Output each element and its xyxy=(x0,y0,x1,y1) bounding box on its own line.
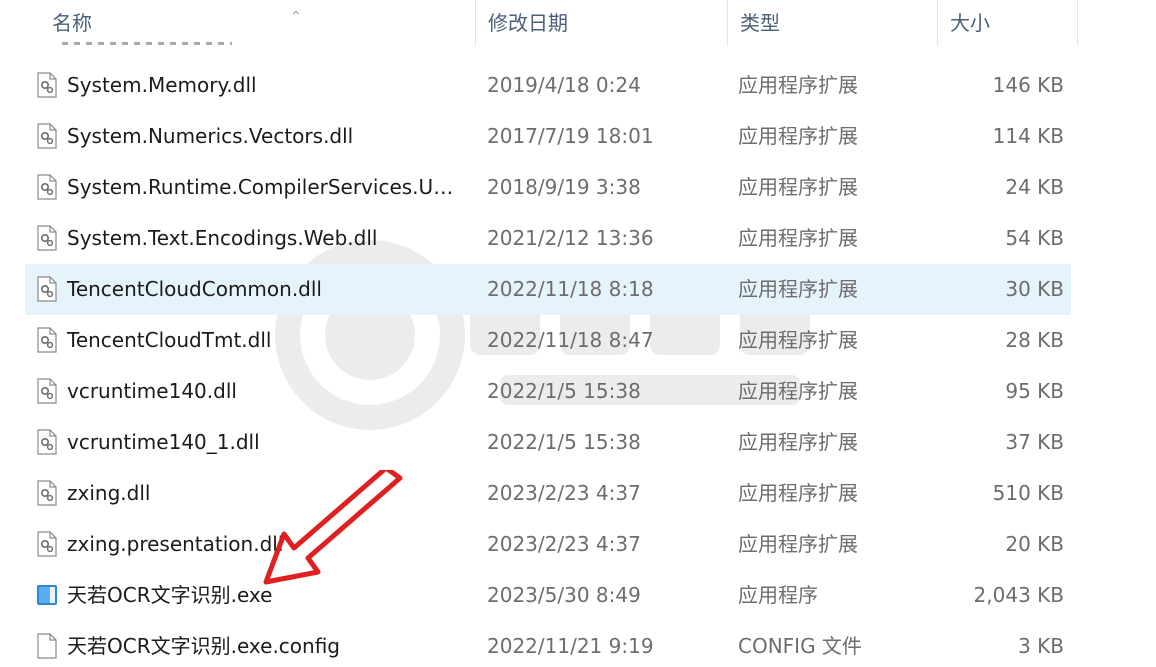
file-size: 95 KB xyxy=(1005,379,1064,403)
file-type: 应用程序扩展 xyxy=(738,481,858,505)
file-modified-date: 2023/5/30 8:49 xyxy=(487,583,641,607)
file-name: System.Text.Encodings.Web.dll xyxy=(67,226,378,250)
file-modified-date: 2021/2/12 13:36 xyxy=(487,226,654,250)
file-row[interactable]: System.Runtime.CompilerServices.Un... 201… xyxy=(0,162,1156,213)
file-modified-date: 2022/1/5 15:38 xyxy=(487,430,641,454)
file-type: 应用程序扩展 xyxy=(738,226,858,250)
dll-icon xyxy=(36,429,58,455)
file-size: 54 KB xyxy=(1005,226,1064,250)
dll-icon xyxy=(36,531,58,557)
dll-icon xyxy=(36,327,58,353)
file-type: 应用程序扩展 xyxy=(738,328,858,352)
column-header-row: 名称 ⌃ 修改日期 类型 大小 xyxy=(0,0,1156,46)
column-header-type-label: 类型 xyxy=(740,11,780,35)
file-size: 2,043 KB xyxy=(973,583,1064,607)
file-list: System.Memory.dll 2019/4/18 0:24 应用程序扩展 146… xyxy=(0,60,1156,667)
file-name: System.Runtime.CompilerServices.Un... xyxy=(67,175,463,199)
dll-icon xyxy=(36,378,58,404)
file-type: 应用程序扩展 xyxy=(738,73,858,97)
file-modified-date: 2019/4/18 0:24 xyxy=(487,73,641,97)
column-header-name-label: 名称 xyxy=(52,11,92,35)
file-type: 应用程序 xyxy=(738,583,818,607)
file-size: 30 KB xyxy=(1005,277,1064,301)
file-type: 应用程序扩展 xyxy=(738,175,858,199)
file-row[interactable]: vcruntime140_1.dll 2022/1/5 15:38 应用程序扩展 37… xyxy=(0,417,1156,468)
file-type: 应用程序扩展 xyxy=(738,379,858,403)
file-name: System.Numerics.Vectors.dll xyxy=(67,124,354,148)
file-name: System.Memory.dll xyxy=(67,73,257,97)
clipped-previous-row xyxy=(62,38,232,46)
config-file-icon xyxy=(36,633,58,659)
file-type: 应用程序扩展 xyxy=(738,124,858,148)
file-row[interactable]: 天若OCR文字识别.exe 2023/5/30 8:49 应用程序 2,043 KB xyxy=(0,570,1156,621)
file-row[interactable]: vcruntime140.dll 2022/1/5 15:38 应用程序扩展 95 K… xyxy=(0,366,1156,417)
sort-ascending-icon: ⌃ xyxy=(290,9,302,25)
file-type: 应用程序扩展 xyxy=(738,532,858,556)
file-modified-date: 2022/1/5 15:38 xyxy=(487,379,641,403)
file-name: vcruntime140.dll xyxy=(67,379,237,403)
file-modified-date: 2022/11/21 9:19 xyxy=(487,634,654,658)
dll-icon xyxy=(36,123,58,149)
file-modified-date: 2018/9/19 3:38 xyxy=(487,175,641,199)
file-name: 天若OCR文字识别.exe xyxy=(67,583,273,607)
file-size: 146 KB xyxy=(992,73,1064,97)
file-size: 37 KB xyxy=(1005,430,1064,454)
file-name: 天若OCR文字识别.exe.config xyxy=(67,634,340,658)
file-name: TencentCloudCommon.dll xyxy=(67,277,322,301)
file-name: zxing.presentation.dll xyxy=(67,532,284,556)
file-type: 应用程序扩展 xyxy=(738,277,858,301)
file-size: 114 KB xyxy=(992,124,1064,148)
dll-icon xyxy=(36,225,58,251)
dll-icon xyxy=(36,276,58,302)
file-row[interactable]: TencentCloudCommon.dll 2022/11/18 8:18 应用程… xyxy=(0,264,1156,315)
file-modified-date: 2022/11/18 8:18 xyxy=(487,277,654,301)
column-header-date[interactable]: 修改日期 xyxy=(476,0,728,46)
exe-icon xyxy=(36,582,58,608)
file-row[interactable]: System.Numerics.Vectors.dll 2017/7/19 18:… xyxy=(0,111,1156,162)
file-row[interactable]: System.Memory.dll 2019/4/18 0:24 应用程序扩展 146… xyxy=(0,60,1156,111)
file-type: CONFIG 文件 xyxy=(738,634,862,658)
file-modified-date: 2023/2/23 4:37 xyxy=(487,481,641,505)
file-explorer-window: 名称 ⌃ 修改日期 类型 大小 System.Memory.dll 2019/4/… xyxy=(0,0,1156,667)
column-divider[interactable] xyxy=(1077,0,1078,46)
file-name: TencentCloudTmt.dll xyxy=(67,328,272,352)
column-header-type[interactable]: 类型 xyxy=(728,0,938,46)
column-header-size[interactable]: 大小 xyxy=(938,0,1078,46)
file-name: zxing.dll xyxy=(67,481,151,505)
file-row[interactable]: zxing.presentation.dll 2023/2/23 4:37 应用程序… xyxy=(0,519,1156,570)
file-row[interactable]: zxing.dll 2023/2/23 4:37 应用程序扩展 510 KB xyxy=(0,468,1156,519)
file-modified-date: 2017/7/19 18:01 xyxy=(487,124,654,148)
file-name: vcruntime140_1.dll xyxy=(67,430,260,454)
file-size: 24 KB xyxy=(1005,175,1064,199)
file-row[interactable]: System.Text.Encodings.Web.dll 2021/2/12 1… xyxy=(0,213,1156,264)
dll-icon xyxy=(36,480,58,506)
column-header-date-label: 修改日期 xyxy=(488,11,568,35)
file-modified-date: 2022/11/18 8:47 xyxy=(487,328,654,352)
file-row[interactable]: TencentCloudTmt.dll 2022/11/18 8:47 应用程序扩展… xyxy=(0,315,1156,366)
file-size: 3 KB xyxy=(1018,634,1064,658)
file-modified-date: 2023/2/23 4:37 xyxy=(487,532,641,556)
file-type: 应用程序扩展 xyxy=(738,430,858,454)
dll-icon xyxy=(36,72,58,98)
file-row[interactable]: 天若OCR文字识别.exe.config 2022/11/21 9:19 CONFI… xyxy=(0,621,1156,667)
dll-icon xyxy=(36,174,58,200)
column-header-size-label: 大小 xyxy=(950,11,990,35)
file-size: 20 KB xyxy=(1005,532,1064,556)
file-size: 510 KB xyxy=(992,481,1064,505)
file-size: 28 KB xyxy=(1005,328,1064,352)
